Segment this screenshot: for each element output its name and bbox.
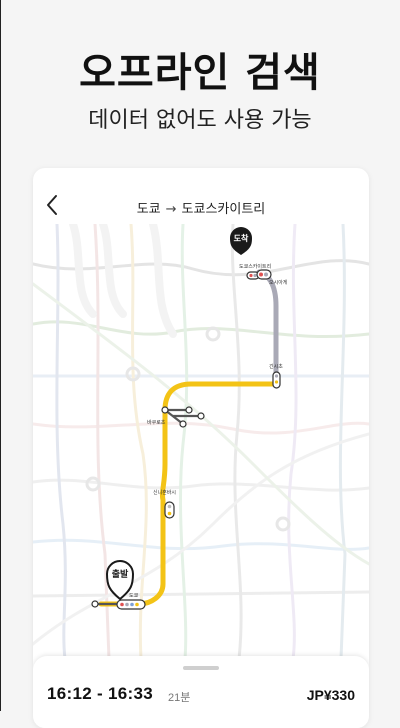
sheet-drag-handle[interactable] (183, 666, 219, 670)
label-tokyo-skytree: 도쿄스카이트리 (239, 263, 271, 270)
arrival-badge-label: 도착 (234, 233, 249, 243)
route-title: 도쿄 → 도쿄스카이트리 (33, 198, 369, 217)
route-to: 도쿄스카이트리 (181, 202, 266, 217)
departure-badge-label: 출발 (112, 568, 129, 580)
headline: 오프라인 검색 (79, 50, 321, 96)
route-from: 도쿄 (136, 202, 161, 217)
label-bakurocho: 바쿠로초 (147, 419, 166, 426)
result-sheet[interactable]: 16:12 - 16:33 21분 JP¥330 (33, 656, 369, 728)
route-arrow: → (165, 202, 177, 217)
subline: 데이터 없어도 사용 가능 (88, 108, 312, 133)
fare: JP¥330 (306, 687, 355, 703)
duration: 21분 (168, 692, 191, 704)
label-tokyo: 도쿄 (129, 593, 139, 599)
phone-screen: 도쿄 → 도쿄스카이트리 도쿄스카이트리 오시아게 긴시초 바쿠로초 신니혼바시… (33, 168, 369, 728)
time-range: 16:12 - 16:33 (47, 684, 153, 703)
label-kinshicho: 긴시초 (269, 363, 283, 370)
nav-bar: 도쿄 → 도쿄스카이트리 (33, 168, 369, 224)
subway-map[interactable]: 도쿄스카이트리 오시아게 긴시초 바쿠로초 신니혼바시 도쿄 도착 출발 (33, 224, 369, 659)
label-oshiage: 오시아게 (269, 279, 288, 286)
label-shin-nihombashi: 신니혼바시 (153, 489, 176, 496)
